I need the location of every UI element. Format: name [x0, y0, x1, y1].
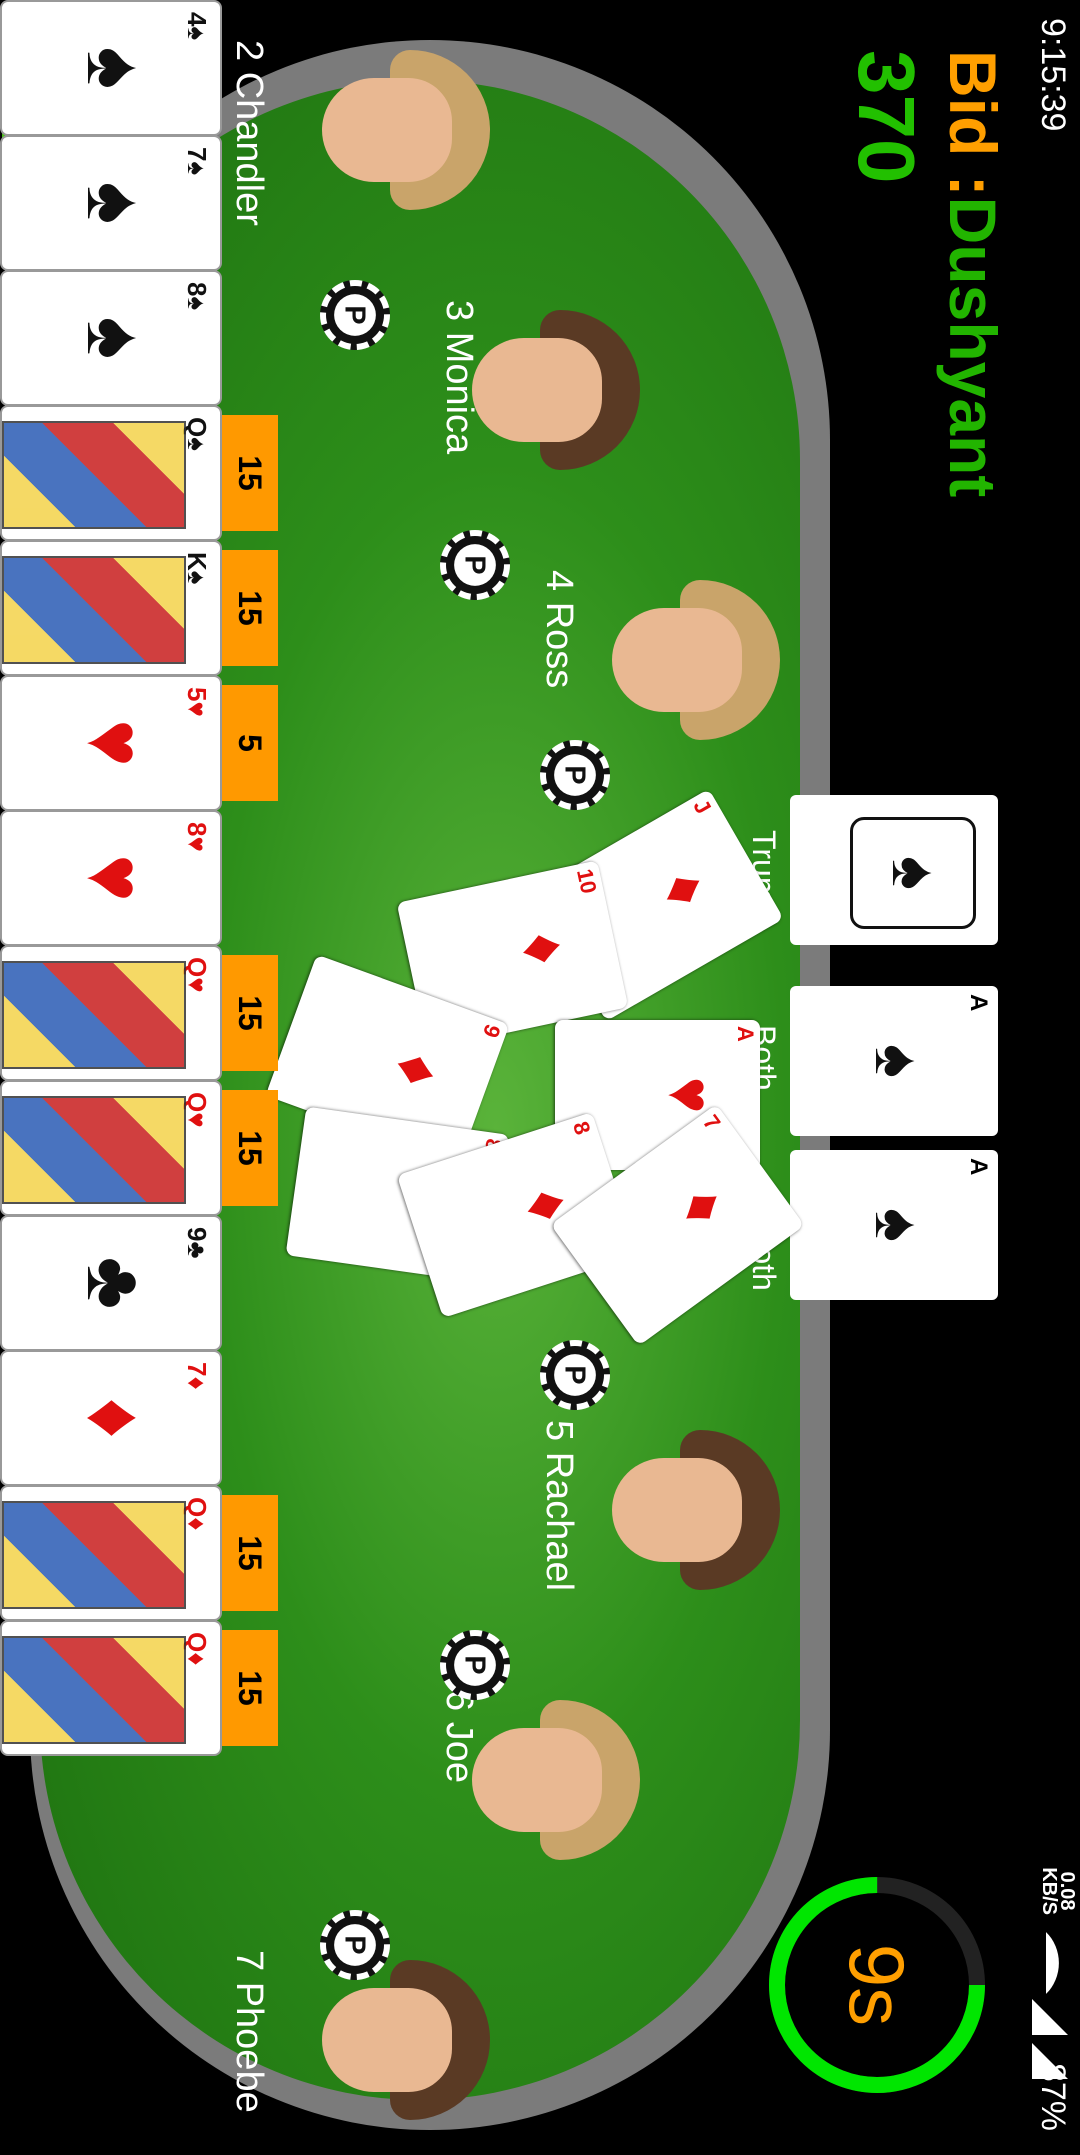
points-badge: 15 [222, 955, 278, 1071]
avatar [600, 570, 780, 750]
face-card-art [2, 1636, 186, 1744]
player-name: 2 Chandler [228, 40, 270, 226]
signal-icon [1032, 1999, 1068, 2035]
card-rank: 7♦ [182, 1362, 212, 1390]
points-badge: 15 [222, 415, 278, 531]
net-speed-unit: KB/S [1038, 1867, 1060, 1915]
card-rank: 5♥ [182, 687, 212, 717]
card-rank: 7 [698, 1110, 726, 1135]
points-badge: 15 [222, 1495, 278, 1611]
hand-card[interactable]: Q♦ [0, 1620, 222, 1756]
player-name: 3 Monica [438, 300, 480, 455]
bid-amount: 370 [842, 50, 931, 184]
timer-label: 9s [833, 1943, 921, 2027]
hand-card[interactable]: 4♠ ♠ [0, 0, 222, 136]
face-card-art [2, 1501, 186, 1609]
face-card-art [2, 421, 186, 529]
player-name: 7 Phoebe [228, 1950, 270, 2113]
points-badge: 15 [222, 1090, 278, 1206]
spade-icon: ♠ [850, 817, 976, 929]
avatar [460, 300, 640, 480]
bid-bidder: Dushyant [936, 196, 1010, 498]
avatar [310, 40, 490, 220]
card-rank: 4♠ [182, 12, 212, 41]
card-suit: ♦ [71, 1397, 160, 1439]
clock: 9:15:39 [1034, 18, 1072, 132]
trump-card: ♠ [790, 795, 998, 945]
card-rank: 10 [572, 866, 602, 896]
points-badge: 15 [222, 550, 278, 666]
game-screen: 9:15:39 0.08 KB/S 87% Bid :Dushyant 370 … [0, 0, 1080, 2155]
hand-card[interactable]: 8♥ ♥ [0, 810, 222, 946]
bid-label: Bid : [936, 50, 1010, 197]
avatar [310, 1950, 490, 2130]
chip-icon: P [540, 1340, 610, 1410]
chip-icon: P [540, 740, 610, 810]
player-name: 4 Ross [538, 570, 580, 689]
player-name: 5 Rachael [538, 1420, 580, 1592]
hand-card[interactable]: Q♥ [0, 1080, 222, 1216]
card-suit: ♠ [71, 316, 160, 360]
card-rank: 9 [477, 1020, 506, 1042]
chip-icon: P [320, 1910, 390, 1980]
card-rank: 9♣ [182, 1227, 212, 1259]
net-speed: 0.08 KB/S [1038, 1867, 1078, 1915]
card-suit: ♣ [71, 1256, 160, 1310]
player-name: 6 Joe [438, 1690, 480, 1783]
card-suit: ♥ [71, 719, 160, 767]
face-card-art [2, 961, 186, 1069]
chip-icon: P [320, 280, 390, 350]
hand-card[interactable]: 8♠ ♠ [0, 270, 222, 406]
face-card-art [2, 556, 186, 664]
card-rank: 8♥ [182, 822, 212, 852]
avatar [460, 1690, 640, 1870]
chip-icon: P [440, 530, 510, 600]
status-bar: 9:15:39 0.08 KB/S 87% [1020, 0, 1080, 2155]
chip-icon: P [440, 1630, 510, 1700]
bid-info: Bid :Dushyant [936, 50, 1010, 498]
hand-card[interactable]: K♠ [0, 540, 222, 676]
avatar [600, 1420, 780, 1600]
battery-level: 87% [1034, 2062, 1072, 2131]
net-speed-value: 0.08 [1056, 1871, 1078, 1911]
turn-timer: 9s [762, 1870, 992, 2100]
card-suit: ♠ [71, 181, 160, 225]
card-rank: A [733, 1026, 758, 1042]
card-rank: J [688, 794, 717, 819]
card-rank: 7♠ [182, 147, 212, 176]
partner-card-2: A ♠ [790, 1150, 998, 1300]
points-badge: 5 [222, 685, 278, 801]
card-rank: 8♠ [182, 282, 212, 311]
card-suit: ♦ [647, 858, 723, 920]
hand-card[interactable]: 5♥ ♥ [0, 675, 222, 811]
wifi-icon [1015, 1932, 1077, 1994]
hand-card[interactable]: 7♠ ♠ [0, 135, 222, 271]
hand-card[interactable]: Q♠ [0, 405, 222, 541]
card-suit: ♠ [71, 46, 160, 90]
hand-card[interactable]: 9♣ ♣ [0, 1215, 222, 1351]
points-badge: 15 [222, 1630, 278, 1746]
face-card-art [2, 1096, 186, 1204]
hand-card[interactable]: Q♥ [0, 945, 222, 1081]
hand-card[interactable]: Q♦ [0, 1485, 222, 1621]
card-suit: ♥ [71, 854, 160, 902]
card-rank: 8 [567, 1118, 596, 1138]
hand-card[interactable]: 7♦ ♦ [0, 1350, 222, 1486]
partner-card-1: A ♠ [790, 986, 998, 1136]
